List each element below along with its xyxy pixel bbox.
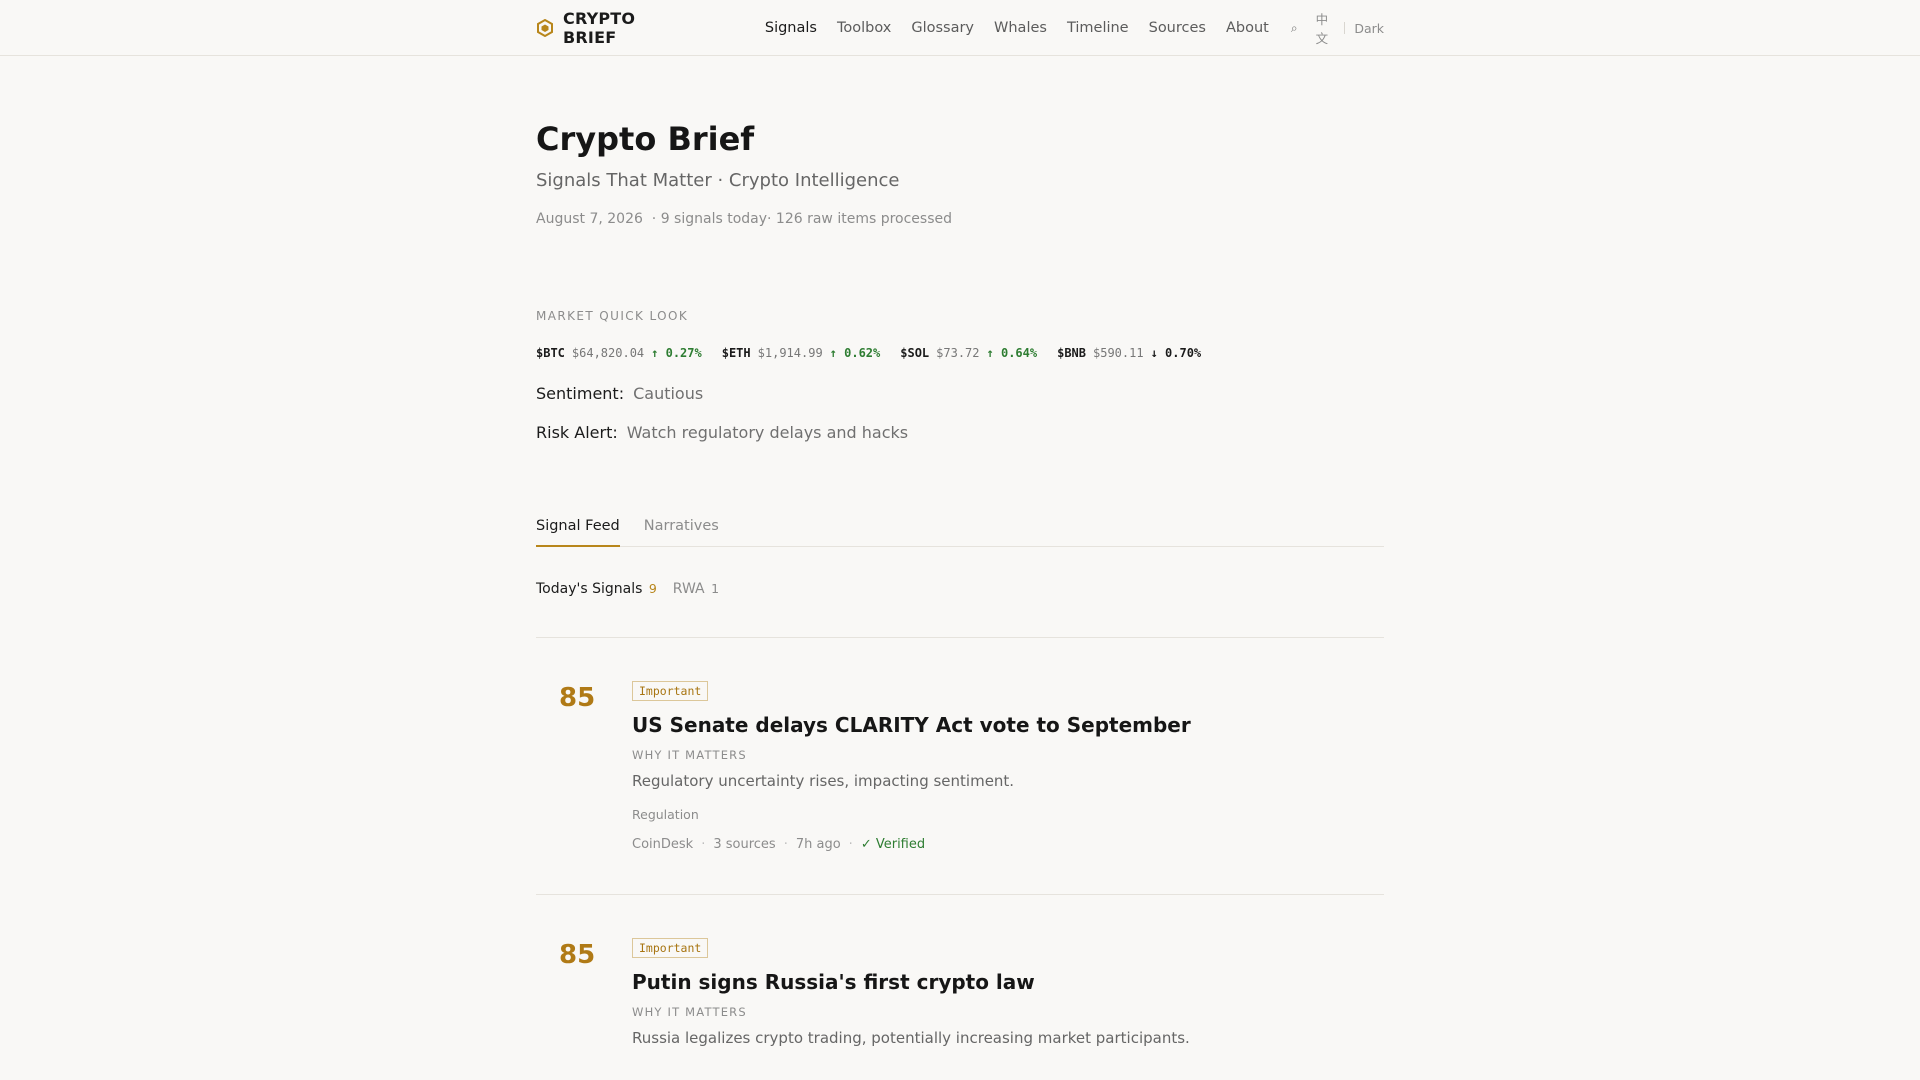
- signal-card[interactable]: 85 Important Putin signs Russia's first …: [536, 895, 1384, 1080]
- signal-sources-count[interactable]: 3 sources: [713, 837, 775, 852]
- signal-body: Important US Senate delays CLARITY Act v…: [632, 680, 1384, 852]
- signal-card[interactable]: 85 Important US Senate delays CLARITY Ac…: [536, 638, 1384, 896]
- nav-link-toolbox[interactable]: Toolbox: [837, 20, 891, 36]
- ticker-price: $1,914.99: [757, 346, 823, 361]
- importance-badge: Important: [632, 938, 709, 959]
- signal-time: 7h ago: [795, 837, 841, 853]
- ticker-symbol: $BNB: [1057, 346, 1086, 361]
- sentiment-value: Cautious: [633, 384, 704, 404]
- sentiment-row: Sentiment: Cautious: [536, 384, 1384, 403]
- meta-separator: ·: [783, 837, 788, 853]
- signal-meta: CoinDesk · 3 sources · 7h ago · ✓ Verifi…: [632, 837, 1384, 852]
- signal-body: Important Putin signs Russia's first cry…: [632, 937, 1384, 1047]
- ticker-symbol: $SOL: [900, 346, 930, 361]
- nav-link-signals[interactable]: Signals: [765, 20, 817, 36]
- meta-separator: ·: [701, 837, 706, 853]
- signal-score: 85: [559, 683, 596, 714]
- page-subtitle: Signals That Matter · Crypto Intelligenc…: [536, 170, 900, 192]
- brand[interactable]: CRYPTO BRIEF: [536, 9, 683, 47]
- brand-name: CRYPTO BRIEF: [563, 9, 636, 47]
- why-it-matters-text: Russia legalizes crypto trading, potenti…: [632, 1029, 1190, 1048]
- nav-link-about[interactable]: About: [1226, 20, 1269, 36]
- main-content: Crypto Brief Signals That Matter · Crypt…: [536, 56, 1384, 1080]
- risk-alert-row: Risk Alert: Watch regulatory delays and …: [536, 423, 1384, 442]
- filter-todays-signals[interactable]: Today's Signals 9: [536, 581, 657, 597]
- page-meta: August 7, 2026 · 9 signals today· 126 ra…: [536, 211, 1384, 227]
- ticker-change: ↑ 0.62%: [829, 346, 881, 361]
- theme-toggle[interactable]: Dark: [1354, 21, 1384, 36]
- tab-narratives[interactable]: Narratives: [644, 518, 719, 546]
- meta-separator: ·: [848, 837, 853, 853]
- filter-count: 9: [648, 581, 657, 597]
- nav-link-glossary[interactable]: Glossary: [911, 20, 974, 36]
- top-navigation: CRYPTO BRIEF Signals Toolbox Glossary Wh…: [0, 0, 1920, 56]
- filter-label: Today's Signals: [536, 581, 643, 598]
- ticker-change: ↑ 0.64%: [986, 346, 1038, 361]
- verified-badge: ✓ Verified: [860, 837, 926, 853]
- ticker-symbol: $ETH: [721, 346, 751, 361]
- filter-rwa[interactable]: RWA 1: [673, 581, 719, 597]
- feed-tabs: Signal Feed Narratives: [536, 518, 1384, 548]
- language-toggle[interactable]: 中文: [1316, 9, 1334, 47]
- nav-links: Signals Toolbox Glossary Whales Timeline…: [765, 20, 1269, 36]
- signal-filters: Today's Signals 9 RWA 1: [536, 581, 1384, 639]
- signal-title[interactable]: US Senate delays CLARITY Act vote to Sep…: [632, 713, 1384, 737]
- market-quick-look: MARKET QUICK LOOK $BTC $64,820.04 ↑ 0.27…: [536, 309, 1384, 442]
- ticker-price: $64,820.04: [571, 346, 645, 361]
- ticker-bnb[interactable]: $BNB $590.11 ↓ 0.70%: [1057, 346, 1201, 360]
- why-it-matters-text: Regulatory uncertainty rises, impacting …: [632, 772, 1015, 791]
- risk-alert-label: Risk Alert:: [536, 423, 618, 443]
- search-icon[interactable]: ⌕: [1291, 21, 1298, 36]
- ticker-price: $590.11: [1093, 346, 1144, 361]
- ticker-change: ↑ 0.27%: [651, 346, 702, 361]
- sentiment-label: Sentiment:: [536, 384, 625, 404]
- ticker-price: $73.72: [936, 346, 980, 361]
- signal-title[interactable]: Putin signs Russia's first crypto law: [632, 970, 1384, 994]
- nav-link-sources[interactable]: Sources: [1149, 20, 1206, 36]
- nav-utilities: ⌕ 中文 Dark: [1291, 9, 1384, 47]
- page-title: Crypto Brief: [536, 120, 755, 158]
- ticker-change: ↓ 0.70%: [1150, 346, 1202, 361]
- ticker-sol[interactable]: $SOL $73.72 ↑ 0.64%: [900, 346, 1037, 360]
- nav-divider: [1343, 22, 1345, 34]
- risk-alert-value: Watch regulatory delays and hacks: [626, 423, 909, 443]
- why-it-matters-label: WHY IT MATTERS: [632, 1005, 747, 1020]
- ticker-row: $BTC $64,820.04 ↑ 0.27% $ETH $1,914.99 ↑…: [536, 346, 1384, 360]
- nav-link-timeline[interactable]: Timeline: [1067, 20, 1129, 36]
- report-stats: · 9 signals today· 126 raw items process…: [651, 211, 952, 228]
- hero: Crypto Brief Signals That Matter · Crypt…: [536, 56, 1384, 227]
- signal-category-tag[interactable]: Regulation: [632, 807, 1384, 822]
- filter-label: RWA: [672, 581, 705, 598]
- why-it-matters-label: WHY IT MATTERS: [632, 748, 747, 763]
- nav-inner: CRYPTO BRIEF Signals Toolbox Glossary Wh…: [536, 0, 1384, 56]
- signal-score: 85: [559, 940, 596, 971]
- ticker-symbol: $BTC: [536, 346, 565, 361]
- market-section-label: MARKET QUICK LOOK: [536, 309, 689, 324]
- filter-count: 1: [711, 581, 720, 597]
- hexagon-logo-icon: [536, 19, 554, 37]
- signal-source[interactable]: CoinDesk: [632, 837, 693, 852]
- ticker-btc[interactable]: $BTC $64,820.04 ↑ 0.27%: [536, 346, 702, 360]
- ticker-eth[interactable]: $ETH $1,914.99 ↑ 0.62%: [722, 346, 881, 360]
- nav-link-whales[interactable]: Whales: [994, 20, 1047, 36]
- importance-badge: Important: [632, 681, 709, 702]
- report-date: August 7, 2026: [536, 211, 643, 228]
- tab-signal-feed[interactable]: Signal Feed: [536, 518, 620, 548]
